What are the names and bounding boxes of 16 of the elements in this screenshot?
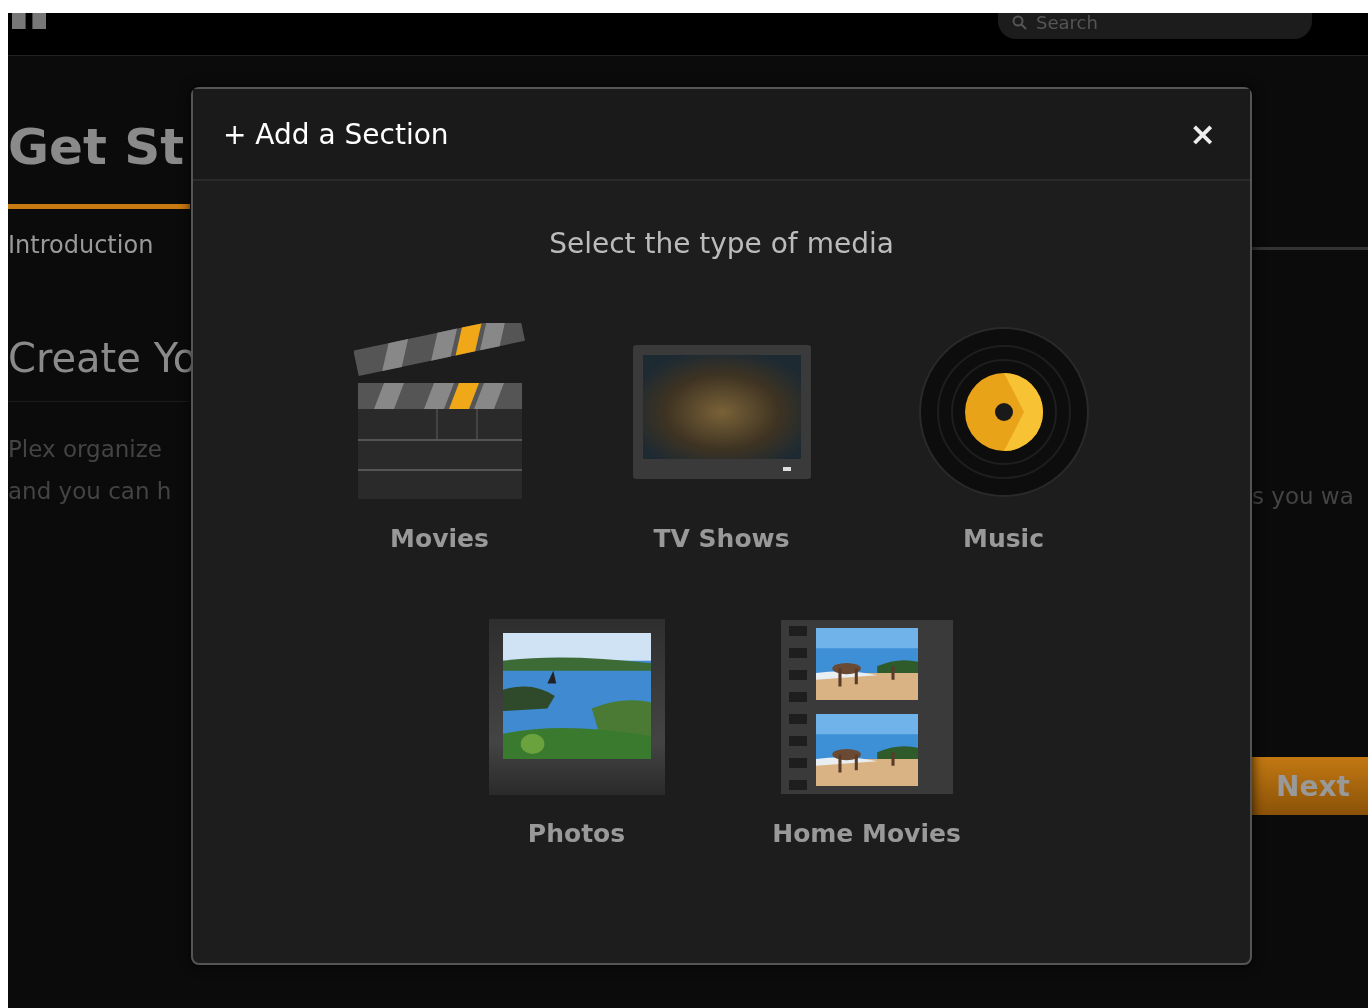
dialog-prompt: Select the type of media xyxy=(549,227,894,260)
close-button[interactable]: × xyxy=(1185,115,1220,153)
tv-icon xyxy=(632,345,811,479)
dialog-title: + Add a Section xyxy=(223,117,449,151)
logo-icon[interactable] xyxy=(12,13,46,29)
step-label: Introduction xyxy=(8,231,155,259)
page-heading: Get St xyxy=(8,118,186,178)
media-type-option[interactable]: TV Shows xyxy=(606,322,837,553)
media-type-option[interactable]: Photos xyxy=(461,617,692,848)
media-type-option[interactable]: Music xyxy=(888,322,1119,553)
description-text: Plex organize and you can h xyxy=(8,435,173,506)
vinyl-record-icon xyxy=(917,326,1090,498)
media-type-option[interactable]: Movies xyxy=(324,322,555,553)
search-icon xyxy=(1012,15,1028,31)
media-type-option[interactable]: Home Movies xyxy=(751,617,982,848)
clapperboard-icon xyxy=(353,323,526,501)
